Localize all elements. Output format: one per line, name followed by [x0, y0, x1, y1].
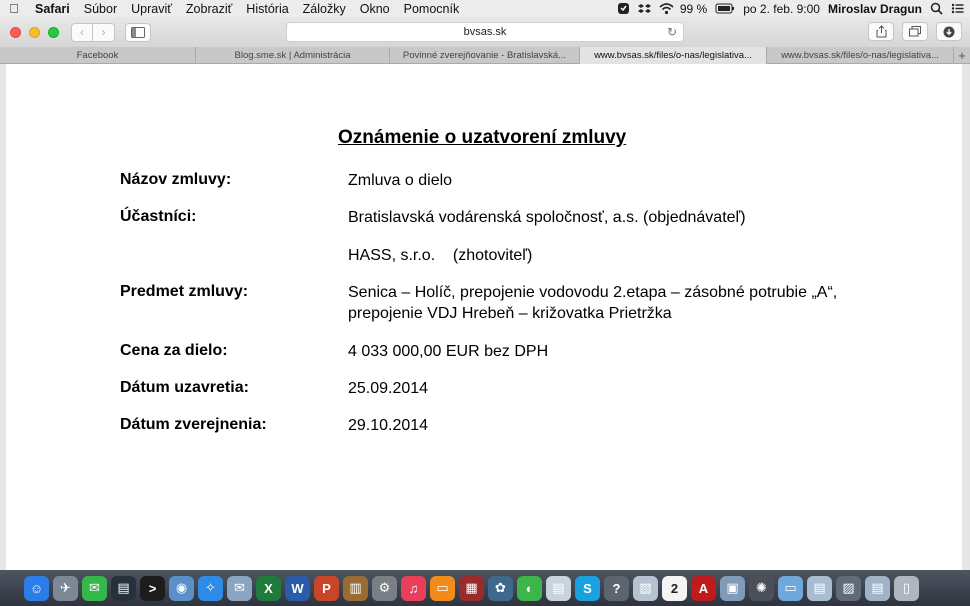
- spotlight-icon[interactable]: [930, 2, 943, 15]
- history-nav: ‹ ›: [71, 22, 115, 42]
- dropbox-icon[interactable]: [637, 2, 651, 15]
- value-participant-contractor: HASS, s.r.o. (zhotoviteľ): [348, 247, 533, 264]
- menu-file[interactable]: Súbor: [77, 2, 124, 16]
- tab-bvsas-2[interactable]: www.bvsas.sk/files/o-nas/legislativa...: [767, 47, 954, 64]
- back-button[interactable]: ‹: [71, 22, 93, 42]
- fullscreen-window-button[interactable]: [48, 26, 59, 38]
- minimize-window-button[interactable]: [29, 26, 40, 38]
- acrobat-icon[interactable]: A: [691, 575, 716, 601]
- photo-booth-icon[interactable]: ▦: [459, 575, 484, 601]
- word-icon[interactable]: W: [285, 575, 310, 601]
- address-bar[interactable]: bvsas.sk ↻: [286, 22, 684, 42]
- skype-icon[interactable]: S: [575, 575, 600, 601]
- address-text: bvsas.sk: [463, 26, 507, 38]
- facetime-icon[interactable]: ◐: [517, 575, 542, 601]
- downloads-icon[interactable]: ▤: [807, 575, 832, 601]
- notes-icon[interactable]: ▥: [343, 575, 368, 601]
- excel-icon[interactable]: X: [256, 575, 281, 601]
- activity-monitor-icon[interactable]: ▤: [111, 575, 136, 601]
- messages-icon[interactable]: ✉: [82, 575, 107, 601]
- battery-icon[interactable]: [715, 2, 735, 15]
- evernote-icon[interactable]: [617, 2, 630, 15]
- menu-bookmarks[interactable]: Záložky: [296, 2, 353, 16]
- image-capture-icon[interactable]: ▧: [633, 575, 658, 601]
- safari-icon[interactable]: ✧: [198, 575, 223, 601]
- powerpoint-icon[interactable]: P: [314, 575, 339, 601]
- window-controls: [10, 26, 59, 38]
- documents-folder-icon[interactable]: ▭: [778, 575, 803, 601]
- label-subject: Predmet zmluvy:: [120, 283, 249, 300]
- tab-bar: Facebook Blog.sme.sk | Administrácia Pov…: [0, 47, 970, 64]
- menu-edit[interactable]: Upraviť: [124, 2, 179, 16]
- label-contract-name: Názov zmluvy:: [120, 171, 232, 188]
- download-icon: [943, 26, 955, 37]
- tabs-icon: [909, 26, 921, 37]
- value-contract-name: Zmluva o dielo: [348, 172, 453, 189]
- tab-blog-sme[interactable]: Blog.sme.sk | Administrácia: [196, 47, 390, 64]
- menu-window[interactable]: Okno: [353, 2, 397, 16]
- close-window-button[interactable]: [10, 26, 21, 38]
- sidebar-toggle-button[interactable]: [125, 22, 151, 42]
- apple-icon[interactable]: : [0, 1, 28, 16]
- mail-icon[interactable]: ✉: [227, 575, 252, 601]
- settings-icon[interactable]: ✺: [749, 575, 774, 601]
- tab-bvsas-active[interactable]: www.bvsas.sk/files/o-nas/legislativa...: [580, 47, 767, 64]
- tab-facebook[interactable]: Facebook: [0, 47, 196, 64]
- applications-icon[interactable]: ▣: [720, 575, 745, 601]
- clock[interactable]: po 2. feb. 9:00: [743, 2, 820, 16]
- label-price: Cena za dielo:: [120, 342, 228, 359]
- ibooks-icon[interactable]: ▭: [430, 575, 455, 601]
- browser-toolbar: ‹ › bvsas.sk ↻: [0, 17, 970, 47]
- menu-bar:  Safari Súbor Upraviť Zobraziť História…: [0, 0, 970, 17]
- plus-icon: +: [958, 47, 966, 63]
- launchpad-icon[interactable]: ✈: [53, 575, 78, 601]
- itunes-icon[interactable]: ♫: [401, 575, 426, 601]
- new-tab-button[interactable]: +: [954, 47, 970, 63]
- menu-history[interactable]: História: [239, 2, 295, 16]
- chevron-left-icon: ‹: [80, 25, 84, 39]
- value-conclusion-date: 25.09.2014: [348, 380, 429, 397]
- document-title: Oznámenie o uzatvorení zmluvy: [338, 127, 627, 148]
- forward-button[interactable]: ›: [93, 22, 115, 42]
- label-conclusion-date: Dátum uzavretia:: [120, 379, 249, 396]
- help-icon[interactable]: ?: [604, 575, 629, 601]
- document-icon[interactable]: ▤: [865, 575, 890, 601]
- value-price: 4 033 000,00 EUR bez DPH: [348, 343, 549, 360]
- value-subject: Senica – Holíč, prepojenie vodovodu 2.et…: [348, 284, 838, 322]
- photos-icon[interactable]: ✿: [488, 575, 513, 601]
- trash-icon[interactable]: ▯: [894, 575, 919, 601]
- share-button[interactable]: [868, 22, 894, 41]
- user-name[interactable]: Miroslav Dragun: [828, 2, 922, 16]
- battery-percent: 99 %: [679, 1, 708, 16]
- downloads-button[interactable]: [936, 22, 962, 41]
- menu-app-safari[interactable]: Safari: [28, 2, 77, 16]
- page-content: Oznámenie o uzatvorení zmluvy Názov zmlu…: [0, 64, 970, 570]
- value-publication-date: 29.10.2014: [348, 417, 429, 434]
- tabs-overview-button[interactable]: [902, 22, 928, 41]
- notification-center-icon[interactable]: [951, 2, 964, 15]
- label-participants: Účastníci:: [120, 208, 197, 225]
- menu-help[interactable]: Pomocník: [397, 2, 467, 16]
- screenshots-icon[interactable]: ▨: [836, 575, 861, 601]
- preview-icon[interactable]: ◉: [169, 575, 194, 601]
- label-publication-date: Dátum zverejnenia:: [120, 416, 267, 433]
- dock: ☺ ✈ ✉ ▤ > ◉ ✧ ✉ X W P ▥ ⚙ ♫ ▭ ▦ ✿ ◐ ▤ S? ▧ 2 A ▣ ✺ ▭ ▤ ▨ ▤ ▯: [0, 570, 970, 606]
- finder-icon[interactable]: ☺: [24, 575, 49, 601]
- chevron-right-icon: ›: [101, 25, 106, 39]
- wifi-icon[interactable]: [659, 2, 674, 15]
- reload-icon[interactable]: ↻: [667, 25, 677, 39]
- system-preferences-icon[interactable]: ⚙: [372, 575, 397, 601]
- folder-stack-icon[interactable]: ▤: [546, 575, 571, 601]
- sidebar-icon: [131, 26, 145, 38]
- menu-view[interactable]: Zobraziť: [179, 2, 239, 16]
- terminal-icon[interactable]: >: [140, 575, 165, 601]
- tab-povinne-zverejnovanie[interactable]: Povinné zverejňovanie - Bratislavská...: [390, 47, 580, 64]
- calendar-icon[interactable]: 2: [662, 575, 687, 601]
- value-participant-client: Bratislavská vodárenská spoločnosť, a.s.…: [348, 209, 746, 226]
- share-icon: [876, 25, 886, 38]
